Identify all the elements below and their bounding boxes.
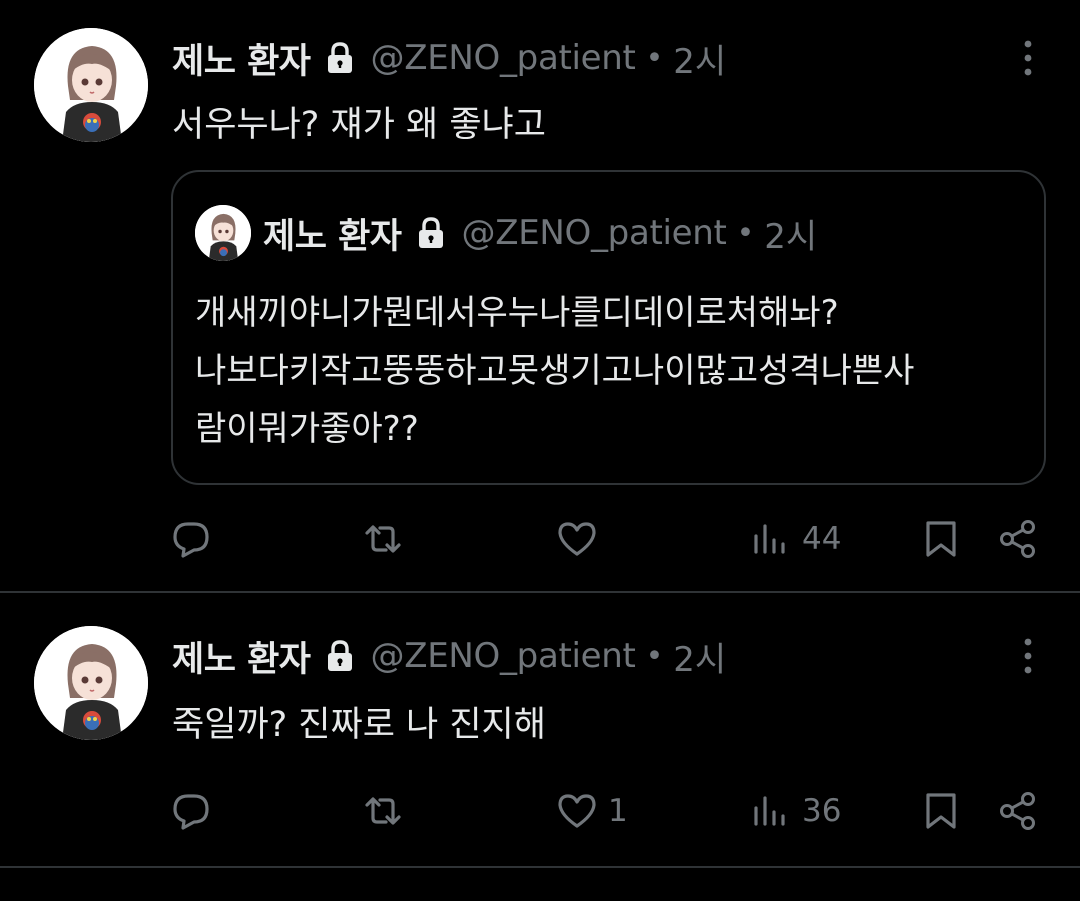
quoted-text: 개새끼야니가뭔데서우누나를디데이로처해놔? 나보다키작고뚱뚱하고못생기고나이많고…	[195, 284, 1035, 458]
separator-dot: •	[736, 215, 755, 251]
more-options-icon[interactable]	[1018, 38, 1038, 78]
bookmark-icon	[926, 793, 956, 829]
views-count: 36	[802, 793, 842, 829]
like-button[interactable]: 1	[556, 781, 628, 841]
tweet-text: 서우누나? 쟤가 왜 좋냐고	[172, 105, 546, 145]
heart-icon	[558, 522, 596, 556]
share-icon	[1000, 520, 1035, 558]
tweet-actions: 1 36	[0, 781, 1080, 841]
tweet-divider	[0, 591, 1080, 593]
views-icon	[754, 796, 785, 826]
lock-icon	[327, 640, 352, 671]
reply-icon	[173, 794, 209, 830]
heart-icon	[558, 794, 596, 828]
separator-dot: •	[645, 638, 664, 674]
share-button[interactable]	[997, 781, 1039, 841]
quoted-avatar	[195, 205, 251, 261]
reply-icon	[173, 522, 209, 558]
more-options-icon[interactable]	[1018, 636, 1038, 676]
display-name[interactable]: 제노 환자	[172, 631, 311, 682]
quoted-handle: @ZENO_patient	[461, 213, 727, 253]
user-handle[interactable]: @ZENO_patient	[371, 636, 636, 676]
quoted-text-line: 나보다키작고뚱뚱하고못생기고나이많고성격나쁜사	[195, 351, 915, 391]
tweet-actions: 44	[0, 509, 1080, 569]
retweet-button[interactable]	[362, 781, 404, 841]
bookmark-button[interactable]	[920, 781, 962, 841]
avatar-illustration	[34, 28, 148, 142]
retweet-icon	[365, 797, 401, 825]
avatar[interactable]	[34, 626, 148, 740]
bookmark-icon	[926, 521, 956, 557]
like-count: 1	[608, 793, 628, 829]
avatar-illustration	[195, 205, 251, 261]
views-icon	[754, 524, 785, 554]
timestamp[interactable]: 2시	[673, 632, 726, 681]
tweet-header: 제노 환자 @ZENO_patient • 2시	[172, 626, 726, 686]
display-name[interactable]: 제노 환자	[172, 33, 311, 84]
retweet-icon	[365, 525, 401, 553]
views-count: 44	[802, 521, 842, 557]
separator-dot: •	[645, 40, 664, 76]
quoted-text-line: 람이뭐가좋아??	[195, 409, 419, 449]
tweet-divider	[0, 866, 1080, 868]
tweet-header: 제노 환자 @ZENO_patient • 2시	[172, 28, 726, 88]
user-handle[interactable]: @ZENO_patient	[371, 38, 636, 78]
quoted-timestamp: 2시	[764, 216, 818, 257]
lock-icon	[327, 42, 352, 73]
quoted-display-name: 제노 환자	[263, 216, 402, 257]
avatar-illustration	[34, 626, 148, 740]
like-button[interactable]	[556, 509, 608, 569]
tweet[interactable]: 제노 환자 @ZENO_patient • 2시 서우누나? 쟤가 왜 좋냐고	[0, 0, 1080, 592]
timestamp[interactable]: 2시	[673, 34, 726, 83]
avatar[interactable]	[34, 28, 148, 142]
tweet[interactable]: 제노 환자 @ZENO_patient • 2시 죽일까? 진짜로 나 진지해	[0, 594, 1080, 866]
share-button[interactable]	[997, 509, 1039, 569]
quoted-tweet[interactable]: 제노 환자 @ZENO_patient • 2시 개새끼야니가뭔데서우누나를디데…	[171, 170, 1046, 485]
bookmark-button[interactable]	[920, 509, 962, 569]
views-button[interactable]: 36	[750, 781, 841, 841]
reply-button[interactable]	[170, 781, 212, 841]
reply-button[interactable]	[170, 509, 212, 569]
share-icon	[1000, 792, 1035, 830]
quoted-header: 제노 환자 @ZENO_patient • 2시	[263, 204, 817, 262]
lock-icon	[418, 217, 443, 248]
timeline-feed: 제노 환자 @ZENO_patient • 2시 서우누나? 쟤가 왜 좋냐고	[0, 0, 1080, 901]
tweet-text: 죽일까? 진짜로 나 진지해	[172, 705, 546, 745]
views-button[interactable]: 44	[750, 509, 841, 569]
retweet-button[interactable]	[362, 509, 404, 569]
quoted-text-line: 개새끼야니가뭔데서우누나를디데이로처해놔?	[195, 293, 839, 333]
